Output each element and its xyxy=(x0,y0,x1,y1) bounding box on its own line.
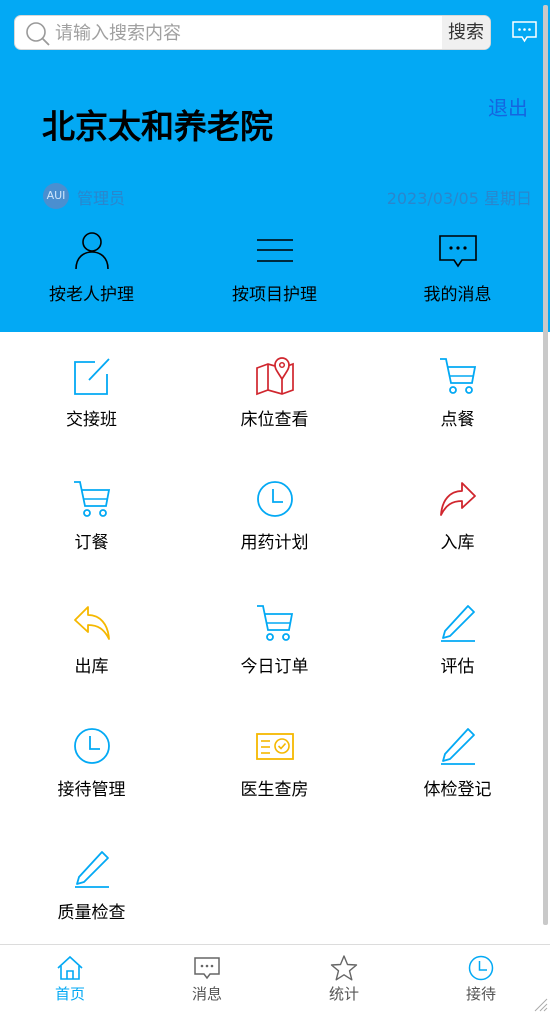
tab-reception[interactable]: 接待 xyxy=(441,955,521,1004)
grid-item-order-meal[interactable]: 点餐 xyxy=(366,355,549,430)
grid-item-label: 评估 xyxy=(440,657,475,677)
grid-item-stock-in[interactable]: 入库 xyxy=(366,478,549,553)
message-icon xyxy=(194,957,220,980)
quick-action-elder-care[interactable]: 按老人护理 xyxy=(0,230,183,305)
search-button[interactable]: 搜索 xyxy=(442,16,490,49)
quick-action-label: 按老人护理 xyxy=(49,285,134,305)
grid-item-label: 点餐 xyxy=(440,410,475,430)
grid-item-quality-inspection[interactable]: 质量检查 xyxy=(0,848,183,923)
grid-item-medication-plan[interactable]: 用药计划 xyxy=(183,478,366,553)
forward-icon xyxy=(439,482,476,516)
quick-action-label: 按项目护理 xyxy=(232,285,317,305)
grid-item-today-orders[interactable]: 今日订单 xyxy=(183,602,366,677)
grid-item-label: 出库 xyxy=(74,657,109,677)
tab-label: 接待 xyxy=(465,985,496,1003)
cart-icon xyxy=(256,605,293,641)
person-icon xyxy=(74,232,109,270)
quick-action-label: 我的消息 xyxy=(423,285,492,305)
logout-link[interactable]: 退出 xyxy=(488,92,528,121)
grid-item-label: 入库 xyxy=(440,533,475,553)
tab-home[interactable]: 首页 xyxy=(30,955,110,1004)
menu-lines-icon xyxy=(256,239,293,262)
grid-item-label: 今日订单 xyxy=(240,657,309,677)
current-date: 2023/03/05 星期日 xyxy=(386,189,532,208)
message-icon[interactable] xyxy=(511,20,538,44)
grid-item-shift-handover[interactable]: 交接班 xyxy=(0,355,183,430)
resize-grip-icon[interactable] xyxy=(532,996,548,1012)
tab-label: 统计 xyxy=(328,985,359,1003)
tab-label: 消息 xyxy=(191,985,222,1003)
grid-item-label: 交接班 xyxy=(66,410,117,430)
grid-item-label: 质量检查 xyxy=(57,903,126,923)
grid-item-label: 订餐 xyxy=(74,533,109,553)
grid-item-label: 用药计划 xyxy=(240,533,309,553)
grid-item-label: 医生查房 xyxy=(240,780,309,800)
cart-icon xyxy=(73,481,110,517)
grid-item-label: 体检登记 xyxy=(423,780,492,800)
scrollbar[interactable] xyxy=(543,5,548,925)
grid-item-reception-management[interactable]: 接待管理 xyxy=(0,725,183,800)
grid-item-bed-view[interactable]: 床位查看 xyxy=(183,355,366,430)
grid-item-book-meal[interactable]: 订餐 xyxy=(0,478,183,553)
grid-item-stock-out[interactable]: 出库 xyxy=(0,602,183,677)
search-icon xyxy=(26,22,50,46)
tab-messages[interactable]: 消息 xyxy=(167,955,247,1004)
grid-item-label: 床位查看 xyxy=(240,410,309,430)
avatar[interactable]: AUI xyxy=(43,183,69,209)
grid-item-physical-exam-registration[interactable]: 体检登记 xyxy=(366,725,549,800)
search-input[interactable] xyxy=(55,20,445,46)
home-icon xyxy=(57,955,83,980)
grid-item-assessment[interactable]: 评估 xyxy=(366,602,549,677)
pen-icon xyxy=(440,728,475,765)
user-name: 管理员 xyxy=(77,189,126,208)
clock-icon xyxy=(468,955,494,981)
page-title: 北京太和养老院 xyxy=(42,107,273,146)
cart-icon xyxy=(439,358,476,394)
certificate-icon xyxy=(255,733,294,760)
grid-item-label: 接待管理 xyxy=(57,780,126,800)
search-bar: 搜索 xyxy=(14,15,491,50)
clock-icon xyxy=(73,728,110,764)
map-icon xyxy=(255,357,294,396)
pen-icon xyxy=(440,605,475,642)
header-banner: 搜索 退出 北京太和养老院 AUI 管理员 2023/03/05 星期日 按老人… xyxy=(0,0,550,332)
bottom-tab-bar: 首页 消息 统计 接待 xyxy=(0,944,550,1014)
quick-action-item-care[interactable]: 按项目护理 xyxy=(183,230,366,305)
pen-icon xyxy=(74,851,109,888)
star-icon xyxy=(330,955,358,981)
edit-icon xyxy=(73,358,110,395)
clock-icon xyxy=(256,481,293,517)
tab-statistics[interactable]: 统计 xyxy=(304,955,384,1004)
tab-label: 首页 xyxy=(54,985,85,1003)
quick-action-my-messages[interactable]: 我的消息 xyxy=(366,230,549,305)
reply-icon xyxy=(73,606,110,640)
message-icon xyxy=(438,235,477,268)
grid-item-doctor-rounds[interactable]: 医生查房 xyxy=(183,725,366,800)
